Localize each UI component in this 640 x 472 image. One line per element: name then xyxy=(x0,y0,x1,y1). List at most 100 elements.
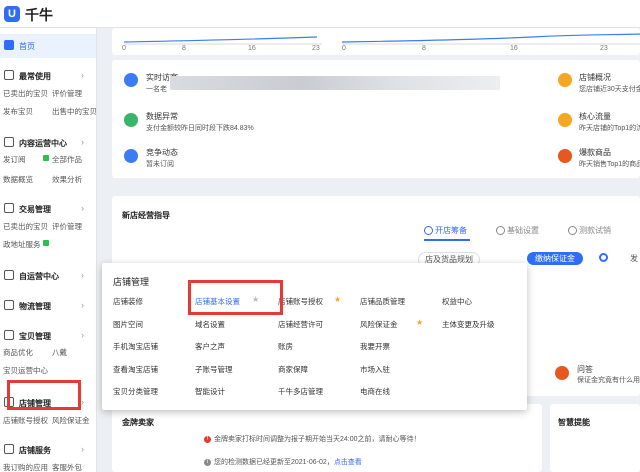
self-ops-icon xyxy=(4,270,14,280)
sidebar-link[interactable]: 评价管理 xyxy=(52,88,82,99)
menu-item-market-entry[interactable]: 市场入驻 xyxy=(360,364,390,375)
info-icon: i xyxy=(204,458,211,466)
progress-node-icon xyxy=(599,253,608,262)
notice-line: ! 金牌卖家打标时间调整为报子期开始当天24:00之前，请耐心等待！ xyxy=(204,434,421,444)
menu-item-subaccount[interactable]: 子账号管理 xyxy=(195,364,233,375)
trade-icon xyxy=(4,203,14,213)
x-tick-label: 23 xyxy=(600,45,608,52)
step-pill[interactable]: 发 xyxy=(630,253,638,264)
view-details-link[interactable]: 点击查看 xyxy=(334,459,362,466)
sidebar-link[interactable]: 风险保证金 xyxy=(52,415,90,426)
sidebar-link[interactable]: 我订购的应用 xyxy=(3,462,48,472)
service-icon xyxy=(4,444,14,454)
menu-item-account-auth[interactable]: 店铺账号授权 xyxy=(278,296,323,307)
menu-item-invoice[interactable]: 我要开票 xyxy=(360,341,390,352)
new-badge-icon xyxy=(43,155,49,161)
sidebar-link[interactable]: 出售中的宝贝 xyxy=(52,106,96,117)
sidebar-link[interactable]: 效果分析 xyxy=(52,174,82,185)
sidebar-link[interactable]: 宝贝运营中心 xyxy=(3,365,48,376)
menu-item-entity-change[interactable]: 主体变更及升级 xyxy=(442,319,495,330)
menu-item-risk-deposit[interactable]: 风险保证金 xyxy=(360,319,398,330)
menu-item-customer-voice[interactable]: 客户之声 xyxy=(195,341,225,352)
sidebar-link[interactable]: 八戴 xyxy=(52,347,67,358)
sidebar-link[interactable]: 发订阅 xyxy=(3,154,26,165)
section-title: 宝贝管理 xyxy=(19,332,51,341)
sidebar-link[interactable]: 评价管理 xyxy=(52,221,82,232)
sidebar-link[interactable]: 数据概览 xyxy=(3,174,33,185)
sidebar-link[interactable]: 已卖出的宝贝 xyxy=(3,221,48,232)
step-2-icon xyxy=(496,226,505,236)
x-tick-label: 16 xyxy=(510,45,518,52)
step-3-icon xyxy=(568,226,577,236)
menu-item-ecommerce-online[interactable]: 电商在线 xyxy=(360,386,390,397)
sidebar-link[interactable]: 客服外包 xyxy=(52,462,82,472)
stat-subtitle: 您店铺近30天支付金 xyxy=(579,86,640,93)
sidebar-link[interactable]: 店铺账号授权 xyxy=(3,415,48,426)
section-title: 物流管理 xyxy=(19,302,51,311)
tab-test-sales[interactable]: 测款试销 xyxy=(568,225,611,236)
smart-card: 智慧提能 xyxy=(550,404,640,472)
menu-item-license[interactable]: 店铺经营许可 xyxy=(278,319,323,330)
warning-icon: ! xyxy=(204,435,211,443)
section-title: 交易管理 xyxy=(19,205,51,214)
highlight-box-sidebar xyxy=(7,380,81,410)
section-title: 店铺服务 xyxy=(19,446,51,455)
menu-item-rights-center[interactable]: 权益中心 xyxy=(442,296,472,307)
x-tick-label: 16 xyxy=(248,45,256,52)
star-filled-icon[interactable]: ★ xyxy=(334,295,341,304)
qa-title: 问答 xyxy=(577,365,593,374)
star-filled-icon[interactable]: ★ xyxy=(416,318,423,327)
chevron-right-icon: › xyxy=(81,70,84,80)
redacted-area xyxy=(170,76,500,90)
insight-card: 实时访客 一名老 数据异常 支付金额较昨日同时段下跌84.83% 竞争动态 暂未… xyxy=(112,60,640,178)
menu-item-mobile-shop[interactable]: 手机淘宝店铺 xyxy=(113,341,158,352)
box-icon xyxy=(4,330,14,340)
qa-card[interactable]: 问答 保证金究竟有什么用 xyxy=(555,364,640,386)
qianniu-logo-icon: U xyxy=(4,6,20,22)
sidebar-link[interactable]: 政地址服务 xyxy=(3,239,41,250)
menu-item-smart-design[interactable]: 智能设计 xyxy=(195,386,225,397)
menu-item-category[interactable]: 宝贝分类管理 xyxy=(113,386,158,397)
sidebar-item-home[interactable]: 首页 xyxy=(0,34,96,58)
notice-line: i 您的检测数据已经更新至2021-06-02，点击查看 xyxy=(204,457,362,467)
tab-store-prep[interactable]: 开店筹备 xyxy=(424,225,467,236)
qa-icon xyxy=(555,366,569,380)
tab-label: 开店筹备 xyxy=(435,226,467,235)
top-bar: U 千牛 xyxy=(0,0,640,28)
chevron-right-icon: › xyxy=(81,397,84,407)
smart-title: 智慧提能 xyxy=(558,418,590,427)
highlight-box-basic-settings xyxy=(188,280,283,315)
sidebar-link[interactable]: 已卖出的宝贝 xyxy=(3,88,48,99)
pay-deposit-step[interactable]: 缴纳保证金 xyxy=(527,252,583,265)
menu-item-merchant-guarantee[interactable]: 商家保障 xyxy=(278,364,308,375)
brand-name: 千牛 xyxy=(25,7,53,23)
menu-item-view-shop[interactable]: 查看淘宝店铺 xyxy=(113,364,158,375)
menu-item-quality[interactable]: 店铺品质管理 xyxy=(360,296,405,307)
menu-item-multi-store[interactable]: 千牛多店管理 xyxy=(278,386,323,397)
sidebar-link[interactable]: 发布宝贝 xyxy=(3,106,33,117)
popup-title: 店铺管理 xyxy=(113,277,150,287)
stat-subtitle: 暂未订阅 xyxy=(146,161,174,168)
active-tab-indicator xyxy=(424,239,470,241)
heart-icon xyxy=(558,113,572,127)
menu-item-domain[interactable]: 域名设置 xyxy=(195,319,225,330)
trend-lines xyxy=(123,33,640,45)
chevron-right-icon: › xyxy=(81,270,84,280)
new-badge-icon xyxy=(43,240,49,246)
menu-item-account-room[interactable]: 账房 xyxy=(278,341,293,352)
menu-item-decoration[interactable]: 店铺装修 xyxy=(113,296,143,307)
sidebar-link[interactable]: 全部作品 xyxy=(52,154,82,165)
sidebar-item-label: 首页 xyxy=(19,42,35,51)
x-tick-label: 8 xyxy=(182,45,186,52)
chevron-right-icon: › xyxy=(81,203,84,213)
tab-basic-settings[interactable]: 基础设置 xyxy=(496,225,539,236)
menu-item-image-space[interactable]: 图片空间 xyxy=(113,319,143,330)
speaker-icon xyxy=(124,149,138,163)
notice-text: 您的检测数据已经更新至2021-06-02， xyxy=(214,459,334,466)
stat-title: 核心流量 xyxy=(579,112,611,121)
step-1-icon xyxy=(424,226,433,236)
section-title: 自运营中心 xyxy=(19,272,59,281)
x-tick-label: 0 xyxy=(342,45,346,52)
sidebar-link[interactable]: 商品优化 xyxy=(3,347,33,358)
stat-subtitle: 支付金额较昨日同时段下跌84.83% xyxy=(146,125,254,132)
